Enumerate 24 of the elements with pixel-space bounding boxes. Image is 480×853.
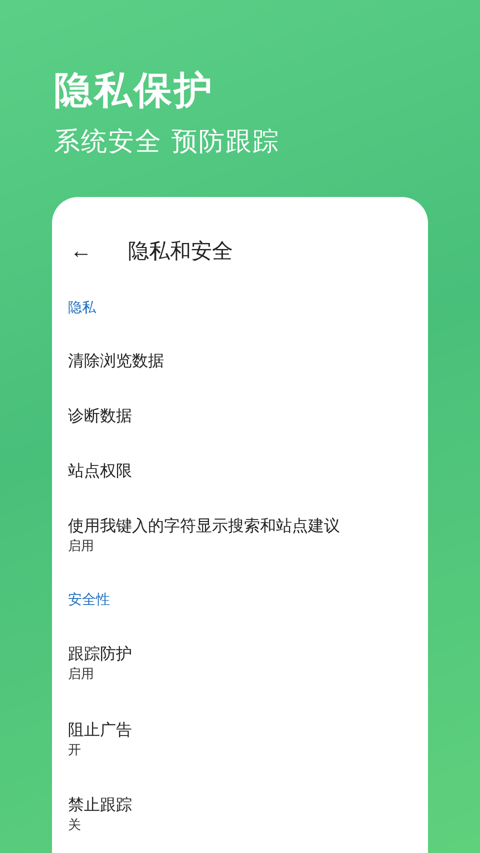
settings-item[interactable]: 清除浏览数据: [52, 334, 428, 389]
settings-item[interactable]: 站点权限: [52, 444, 428, 498]
item-label: 使用我键入的字符显示搜索和站点建议: [68, 515, 340, 538]
item-label: 禁止跟踪: [68, 794, 132, 816]
item-value: 开: [68, 742, 81, 760]
item-label: 站点权限: [68, 460, 132, 482]
settings-item[interactable]: 跟踪防护 启用: [52, 626, 428, 702]
hero-title: 隐私保护: [54, 67, 214, 113]
settings-item[interactable]: 诊断数据: [52, 388, 428, 444]
hero-subtitle: 系统安全 预防跟踪: [54, 126, 280, 158]
item-label: 跟踪防护: [68, 643, 132, 666]
item-value: 启用: [68, 666, 94, 684]
settings-item[interactable]: 阻止广告 开: [52, 702, 428, 778]
screen-title: 隐私和安全: [128, 238, 233, 265]
settings-item[interactable]: 使用我键入的字符显示搜索和站点建议 启用: [52, 498, 428, 574]
item-label: 阻止广告: [68, 718, 132, 741]
back-button[interactable]: ←: [70, 237, 92, 265]
item-value: 启用: [68, 538, 94, 556]
section-header: 隐私: [68, 298, 96, 316]
item-value: 关: [68, 817, 81, 836]
item-label: 清除浏览数据: [68, 350, 164, 372]
settings-item[interactable]: 禁止跟踪 关: [52, 778, 428, 853]
item-label: 诊断数据: [68, 405, 132, 428]
section-header: 安全性: [68, 591, 110, 610]
